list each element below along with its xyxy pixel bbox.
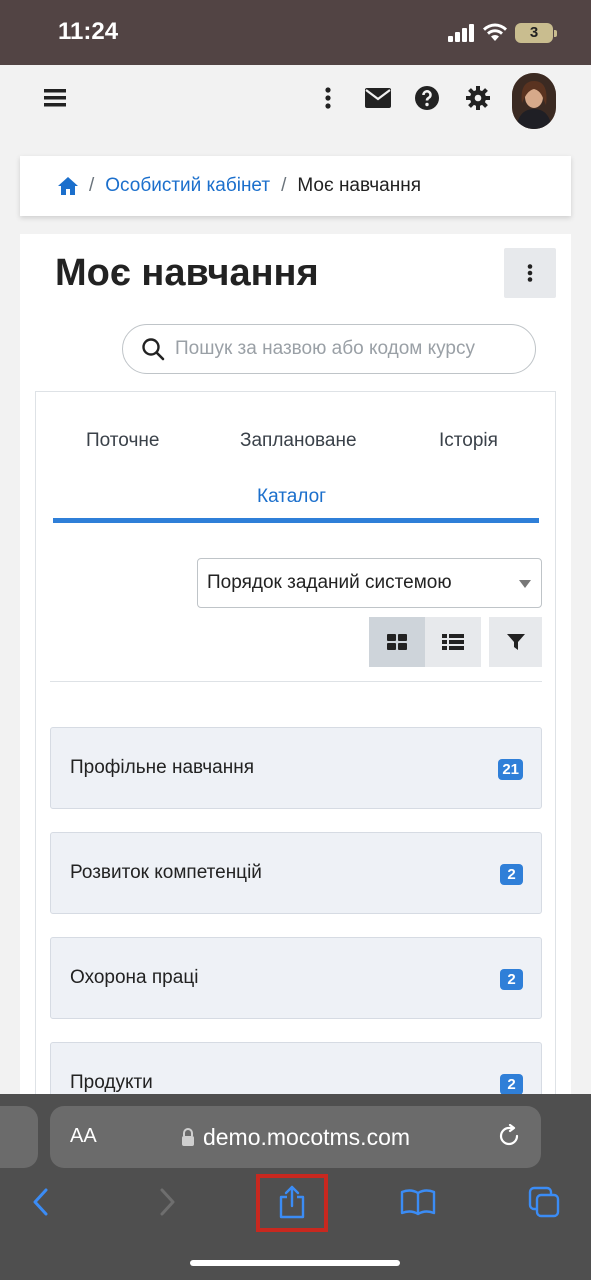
breadcrumb-dashboard-link[interactable]: Особистий кабінет [105,175,270,197]
category-count-badge: 2 [500,864,523,885]
breadcrumb: / Особистий кабінет / Моє навчання [20,156,571,216]
tabs-button[interactable] [524,1182,564,1222]
category-name: Профільне навчання [70,757,255,778]
divider [50,681,542,682]
back-button[interactable] [20,1182,60,1222]
course-search-box[interactable] [122,324,536,374]
courses-block: Поточне Заплановане Історія Каталог Поря… [35,391,556,1131]
category-name: Розвиток компетенцій [70,862,262,883]
forward-icon [160,1188,175,1216]
tab-planned[interactable]: Заплановане [240,430,357,452]
category-count-badge: 2 [500,1074,523,1095]
bookmarks-button[interactable] [398,1182,438,1222]
reader-options-button[interactable]: AA [70,1125,97,1148]
status-time: 11:24 [58,18,119,45]
page-actions-button[interactable] [504,248,556,298]
hamburger-icon[interactable] [40,83,70,113]
share-highlight-frame [256,1174,328,1232]
vertical-dots-icon [527,264,533,282]
home-indicator[interactable] [190,1260,400,1266]
tab-catalog[interactable]: Каталог [257,486,326,508]
address-bar[interactable]: AA demo.mocotms.com [50,1106,541,1168]
list-view-button[interactable] [425,617,481,667]
category-item[interactable]: Розвиток компетенцій 2 [50,832,542,914]
category-item[interactable]: Охорона праці 2 [50,937,542,1019]
category-count-badge: 21 [498,759,523,780]
tab-history[interactable]: Історія [439,430,498,452]
lock-icon [181,1128,194,1146]
breadcrumb-separator: / [89,175,95,196]
question-circle-icon[interactable] [412,83,442,113]
user-avatar[interactable] [512,73,556,129]
browser-toolbar: AA demo.mocotms.com [0,1094,591,1280]
category-name: Продукти [70,1072,153,1093]
envelope-icon[interactable] [363,83,393,113]
top-navbar [0,65,591,140]
bookmarks-icon [400,1189,436,1216]
active-tab-indicator [53,518,539,523]
tab-current[interactable]: Поточне [86,430,159,452]
sort-order-select[interactable]: Порядок заданий системою [197,558,542,608]
reload-icon[interactable] [497,1124,521,1148]
grid-view-button[interactable] [369,617,425,667]
filter-button[interactable] [489,617,542,667]
forward-button[interactable] [148,1182,188,1222]
wifi-icon [483,23,507,41]
chevron-down-icon [519,580,531,588]
previous-tab-preview[interactable] [0,1106,38,1168]
main-content-card: Моє навчання Поточне Заплановане Історія… [20,234,571,1131]
gear-icon[interactable] [463,83,493,113]
tabs-icon [528,1186,560,1218]
sort-order-value: Порядок заданий системою [207,572,452,593]
list-view-icon [442,634,464,650]
home-icon[interactable] [58,177,78,195]
grid-view-icon [387,634,407,650]
breadcrumb-current: Моє навчання [297,175,421,196]
search-icon [142,338,165,361]
page-title: Моє навчання [55,252,319,294]
breadcrumb-separator: / [281,175,287,196]
url-text: demo.mocotms.com [202,1123,411,1150]
course-search-input[interactable] [175,338,525,360]
battery-indicator: 3 [515,23,557,43]
cellular-signal-icon [448,24,474,42]
category-name: Охорона праці [70,967,199,988]
filter-icon [506,634,525,650]
category-item[interactable]: Профільне навчання 21 [50,727,542,809]
category-count-badge: 2 [500,969,523,990]
vertical-dots-icon[interactable] [313,83,343,113]
status-bar: 11:24 3 [0,0,591,65]
back-icon [33,1188,48,1216]
